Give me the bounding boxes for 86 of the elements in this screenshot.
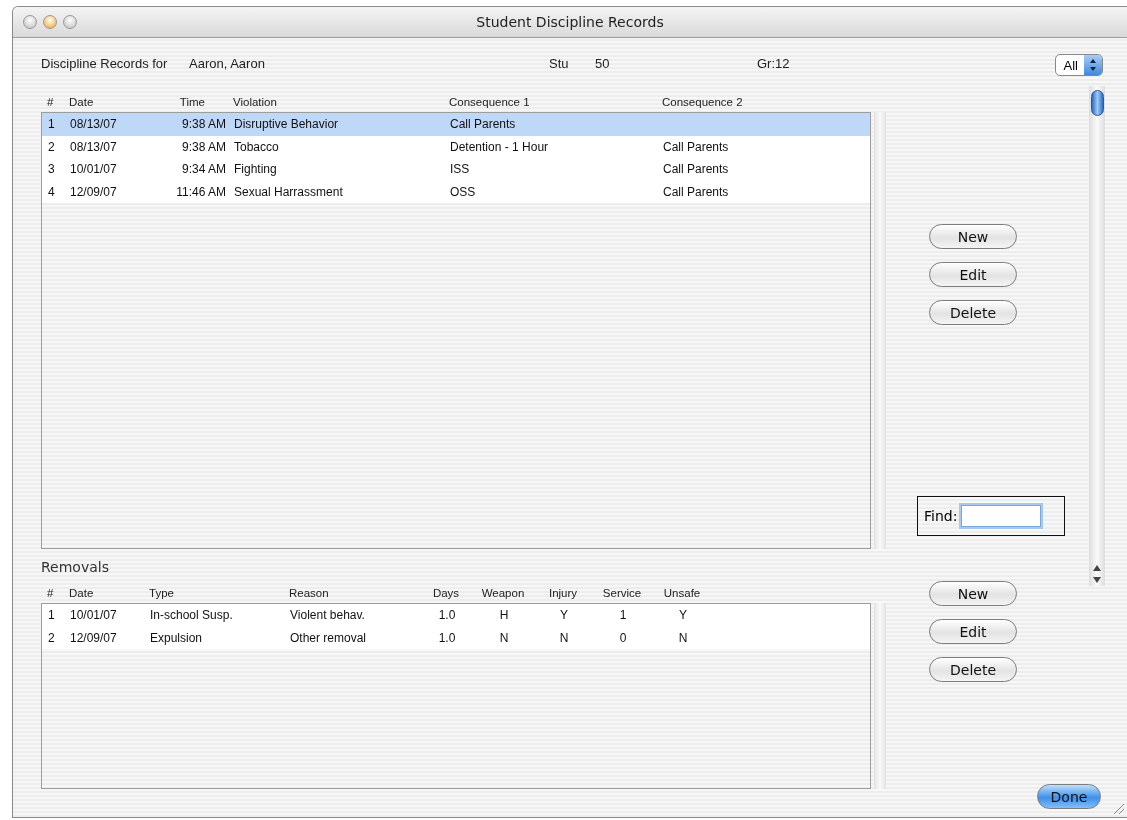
table-cell-text: Tobacco (233, 139, 280, 154)
record-row[interactable]: 1 10/01/07 In-school Susp. Violent behav. 1.0 H Y 1 Y (42, 604, 870, 627)
table-cell-text: 12/09/07 (69, 184, 118, 199)
section-title: Removals (41, 559, 109, 575)
table-cell-text: N (677, 630, 689, 645)
table-cell-text: 4 (47, 184, 56, 199)
student-number: 50 (595, 55, 611, 71)
scroll-bar[interactable] (1089, 86, 1105, 586)
table-cell-text: N (558, 630, 570, 645)
find-field[interactable] (961, 505, 1042, 527)
removal-button[interactable]: Edit (929, 619, 1017, 644)
table-cell-text: 12/09/07 (69, 630, 118, 645)
table-cell-text: OSS (449, 184, 477, 199)
column-header: Service (601, 587, 643, 601)
zoom-icon[interactable] (63, 15, 77, 29)
table-cell-text: 10/01/07 (69, 162, 118, 177)
scroll-thumb[interactable] (1090, 90, 1104, 116)
minimize-icon[interactable] (43, 15, 57, 29)
table-cell-text: 10/01/07 (69, 608, 118, 623)
table-cell-text: Call Parents (662, 139, 730, 154)
column-header: Type (148, 587, 175, 601)
filter-dropdown[interactable]: All (1054, 54, 1103, 76)
record-row[interactable]: 1 08/13/07 9:38 AM Disruptive Behavior Call Parents (42, 113, 870, 136)
table-cell-text: 9:38 AM (180, 139, 227, 154)
table-cell-text: 1 (618, 608, 628, 623)
record-row[interactable]: 2 08/13/07 9:38 AM Tobacco Detention - 1 Hour Call Parents (42, 135, 870, 158)
table-cell-text: 1.0 (437, 608, 457, 623)
table-cell-text: 08/13/07 (69, 117, 118, 132)
done-button[interactable]: Done (1037, 784, 1101, 809)
column-header: Date (68, 587, 95, 601)
records-label: Discipline Records for (41, 55, 169, 71)
find-label: Find: (924, 508, 958, 524)
column-header: Violation (232, 96, 278, 110)
table-cell-text: 2 (47, 630, 56, 645)
record-row[interactable]: 4 12/09/07 11:46 AM Sexual Harrassment OSS Call Parents (42, 180, 870, 203)
student-name: Aaron, Aaron (189, 55, 266, 71)
column-header: Date (68, 96, 95, 110)
record-button[interactable]: Delete (929, 300, 1017, 325)
table-cell-text: 1 (47, 608, 56, 623)
removal-button[interactable]: New (929, 581, 1017, 606)
column-header: Days (431, 587, 461, 601)
table-cell-text: Detention - 1 Hour (449, 139, 550, 154)
column-header: Time (178, 96, 206, 110)
column-header: Unsafe (662, 587, 702, 601)
student-label: Stu (549, 55, 570, 71)
resize-grip-icon[interactable] (1111, 801, 1125, 815)
record-row[interactable]: 3 10/01/07 9:34 AM Fighting ISS Call Parents (42, 158, 870, 181)
table-cell-text: 1 (47, 117, 56, 132)
table-cell-text: ISS (449, 162, 471, 177)
grade-label: Gr:12 (757, 55, 791, 71)
table-cell-text: Other removal (289, 630, 368, 645)
column-header: Weapon (480, 587, 526, 601)
column-header: Reason (288, 587, 330, 601)
table-cell-text: N (498, 630, 510, 645)
table-cell-text: H (498, 608, 510, 623)
table-cell-text: Y (678, 608, 688, 623)
table-cell-text: In-school Susp. (149, 608, 234, 623)
table-cell-text: Disruptive Behavior (233, 117, 340, 132)
record-button[interactable]: Edit (929, 262, 1017, 287)
column-header: # (46, 587, 55, 601)
column-header: # (46, 96, 55, 110)
table-cell-text: Call Parents (662, 184, 730, 199)
table-cell-text: Call Parents (449, 117, 517, 132)
table-cell-text: Fighting (233, 162, 278, 177)
record-button[interactable]: New (929, 224, 1017, 249)
table-cell-text: 9:38 AM (180, 117, 227, 132)
table-cell-text: 11:46 AM (175, 184, 227, 199)
table-cell-text: 08/13/07 (69, 139, 118, 154)
stepper-arrows-icon (1084, 55, 1102, 75)
window-title: Student Discipline Records (476, 14, 664, 30)
table-cell-text: Sexual Harrassment (233, 184, 344, 199)
table-cell-text: 0 (618, 630, 628, 645)
removal-button[interactable]: Delete (929, 657, 1017, 682)
column-header: Injury (547, 587, 579, 601)
table-cell-text: Expulsion (149, 630, 204, 645)
table-cell-text: Y (559, 608, 569, 623)
column-header: Consequence 2 (661, 96, 744, 110)
table-cell-text: 1.0 (437, 630, 457, 645)
table-cell-text: 3 (47, 162, 56, 177)
record-row[interactable]: 2 12/09/07 Expulsion Other removal 1.0 N N 0 N (42, 626, 870, 649)
column-header: Consequence 1 (448, 96, 531, 110)
table-cell-text: Violent behav. (289, 608, 366, 623)
close-icon[interactable] (23, 15, 37, 29)
table-cell-text: Call Parents (662, 162, 730, 177)
table-cell-text: 2 (47, 139, 56, 154)
table-cell-text: 9:34 AM (180, 162, 227, 177)
